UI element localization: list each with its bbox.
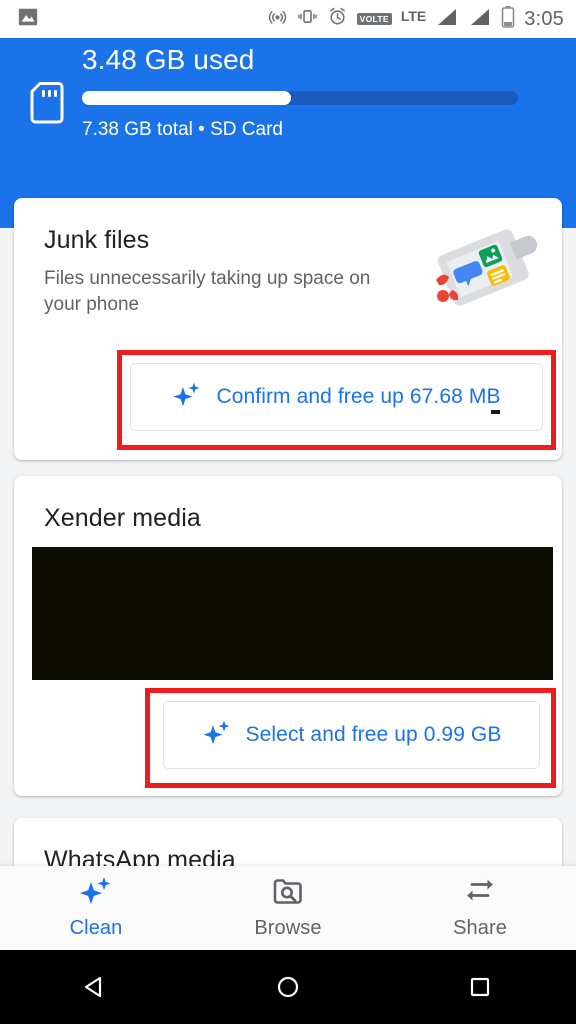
nav-label-clean: Clean <box>69 917 123 939</box>
phone-screen: VOLTE LTE 3:05 3.48 GB used 7.38 GB tota… <box>0 0 576 1024</box>
status-bar-system-icons: VOLTE LTE 3:05 <box>267 5 564 34</box>
storage-progress-bar <box>82 91 518 105</box>
status-bar: VOLTE LTE 3:05 <box>0 0 576 38</box>
storage-used-label: 3.48 GB used <box>82 44 255 75</box>
media-thumbnail-strip[interactable] <box>32 547 553 680</box>
image-icon <box>17 6 39 33</box>
recents-square-icon[interactable] <box>420 950 540 1024</box>
volte-badge: VOLTE <box>356 12 392 26</box>
sparkle-icon <box>172 380 202 415</box>
storage-total-label: 7.38 GB total • SD Card <box>82 119 283 140</box>
nav-label-share: Share <box>453 917 507 939</box>
android-navigation-bar <box>0 950 576 1024</box>
alarm-icon <box>327 6 348 32</box>
battery-icon <box>501 5 515 34</box>
vibrate-icon <box>297 6 318 32</box>
signal-bar-icon <box>435 6 459 33</box>
transfer-arrows-icon <box>463 876 497 913</box>
dustpan-with-files-icon <box>430 216 550 326</box>
home-circle-icon[interactable] <box>228 950 348 1024</box>
sparkle-icon <box>202 718 232 753</box>
card-title: Junk files <box>44 226 150 254</box>
nav-label-browse: Browse <box>254 917 322 939</box>
sd-card-icon <box>30 82 64 129</box>
nav-item-share[interactable]: Share <box>384 866 576 950</box>
text-caret-mark <box>491 410 500 414</box>
select-and-free-up-button[interactable]: Select and free up 0.99 GB <box>163 701 540 769</box>
bottom-navigation-bar: Clean Browse Share <box>0 866 576 950</box>
folder-search-icon <box>271 876 305 913</box>
hotspot-icon <box>267 6 288 32</box>
status-bar-notifications <box>17 6 39 33</box>
card-title: Xender media <box>44 504 201 532</box>
card-junk-files[interactable]: Junk files Files unnecessarily taking up… <box>14 198 562 460</box>
sparkle-icon <box>79 876 113 913</box>
storage-progress-fill <box>82 91 292 105</box>
confirm-and-free-up-button[interactable]: Confirm and free up 67.68 MB <box>130 363 543 431</box>
nav-item-clean[interactable]: Clean <box>0 866 192 950</box>
back-triangle-icon[interactable] <box>36 950 156 1024</box>
status-bar-clock: 3:05 <box>524 8 564 30</box>
card-description: Files unnecessarily taking up space on y… <box>44 268 371 315</box>
nav-item-browse[interactable]: Browse <box>192 866 384 950</box>
confirm-and-free-up-label: Confirm and free up 67.68 MB <box>216 385 501 408</box>
network-type-label: LTE <box>400 8 427 24</box>
signal-bar-icon <box>468 6 492 33</box>
select-and-free-up-label: Select and free up 0.99 GB <box>245 723 502 746</box>
card-xender-media[interactable]: Xender media Select and free up 0.99 GB <box>14 476 562 796</box>
